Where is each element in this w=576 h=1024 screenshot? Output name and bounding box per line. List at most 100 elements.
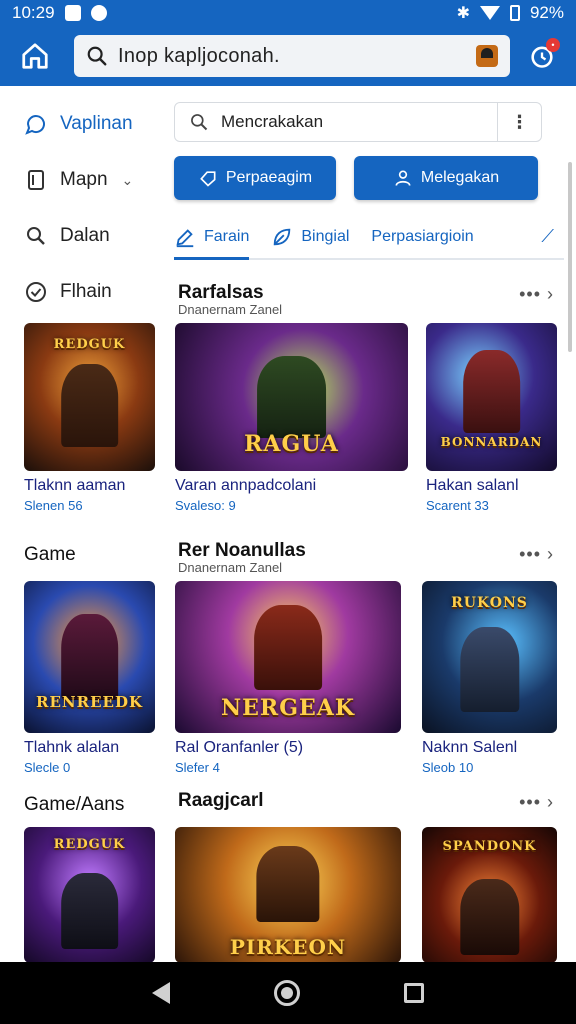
sidebar-item-label: Dalan [60, 225, 110, 246]
search-bar[interactable]: Inop kapljoconah. [74, 35, 510, 77]
sidebar-item-label: Flhain [60, 281, 112, 302]
card-subtitle: Slefer 4 [175, 760, 220, 775]
card-subtitle: Slecle 0 [24, 760, 71, 775]
tag-icon [200, 171, 216, 187]
game-card[interactable]: RAGUA Varan annpadcolani Svaleso: 9 [175, 323, 408, 513]
tab-label: Perpasiargioin [371, 228, 474, 245]
profile-avatar-icon[interactable] [476, 45, 498, 67]
game-card[interactable]: SPANDONK [422, 827, 557, 963]
pin-icon[interactable]: ⟋ [541, 226, 554, 247]
edit-icon [176, 229, 194, 248]
section-left-title: Game [24, 544, 76, 565]
tab-farain[interactable]: Farain [174, 218, 250, 260]
filter-value[interactable]: Mencrakakan [221, 112, 497, 132]
filter-search-field[interactable]: Mencrakakan ⋮ [174, 102, 542, 142]
card-subtitle: Scarent 33 [426, 498, 489, 513]
game-card[interactable]: REDGUK Tlaknn aaman Slenen 56 [24, 323, 155, 513]
game-card[interactable]: BONNARDAN Hakan salanl Scarent 33 [426, 323, 557, 513]
search-icon [87, 46, 107, 66]
home-icon [22, 43, 48, 69]
game-card[interactable]: REDGUK [24, 827, 155, 963]
sidebar-item-vaplinan[interactable]: Vaplinan [0, 96, 170, 152]
section-more-button[interactable]: ••• › [519, 544, 554, 565]
sidebar-item-mapn[interactable]: Mapn ⌄ [0, 152, 170, 208]
recent-apps-icon[interactable] [404, 983, 424, 1003]
game-logo-text: RENREEDK [36, 693, 143, 711]
section-subtitle: Dnanernam Zanel [178, 560, 283, 575]
battery-percent: 92% [529, 3, 564, 22]
section-more-button[interactable]: ••• › [519, 792, 554, 813]
search-icon [24, 224, 48, 248]
card-subtitle: Sleob 10 [422, 760, 474, 775]
scrollbar[interactable] [568, 162, 572, 352]
section-title: Rer Noanullas [178, 540, 306, 561]
chat-bubble-icon [24, 112, 48, 136]
game-card[interactable]: PIRKEON [175, 827, 401, 963]
card-subtitle: Svaleso: 9 [175, 498, 236, 513]
user-icon [395, 170, 411, 186]
game-card[interactable]: RUKONS Naknn Salenl Sleob 10 [422, 581, 557, 775]
card-title: Tlaknn aaman [24, 477, 126, 494]
game-logo-text: RAGUA [244, 431, 339, 457]
section-more-button[interactable]: ••• › [519, 284, 554, 305]
game-thumbnail: REDGUK [24, 827, 155, 963]
notifications-button[interactable]: • [522, 36, 562, 76]
app-icon [90, 5, 107, 21]
card-title: Ral Oranfanler (5) [175, 739, 304, 756]
search-icon [191, 114, 208, 131]
system-nav-bar [0, 962, 576, 1024]
tab-bingial[interactable]: Bingial [271, 216, 349, 258]
more-vertical-icon[interactable]: ⋮ [497, 103, 541, 141]
photos-icon [64, 5, 81, 21]
game-card[interactable]: NERGEAK Ral Oranfanler (5) Slefer 4 [175, 581, 401, 775]
card-title: Varan annpadcolani [175, 477, 317, 494]
action-button-label: Perpaeagim [225, 169, 313, 186]
status-bar: 10:29 ✱ 92% [0, 0, 576, 26]
card-title: Naknn Salenl [422, 739, 518, 756]
game-thumbnail: RUKONS [422, 581, 557, 733]
section-title: Rarfalsas [178, 282, 264, 303]
search-input[interactable]: Inop kapljoconah. [118, 45, 476, 68]
sidebar-item-flhain[interactable]: Flhain [0, 264, 170, 320]
game-thumbnail: PIRKEON [175, 827, 401, 963]
game-thumbnail: REDGUK [24, 323, 155, 471]
action-button-1[interactable]: Perpaeagim [174, 156, 336, 200]
game-logo-text: NERGEAK [221, 695, 355, 721]
action-button-2[interactable]: Melegakan [354, 156, 538, 200]
section-title: Raagjcarl [178, 790, 264, 811]
game-card[interactable]: RENREEDK Tlahnk alalan Slecle 0 [24, 581, 155, 775]
sidebar: Vaplinan Mapn ⌄ Dalan Flhain [0, 96, 170, 320]
card-title: Hakan salanl [426, 477, 519, 494]
notification-badge: • [546, 38, 560, 52]
battery-icon [509, 5, 520, 21]
leaf-icon [274, 228, 291, 246]
game-logo-text: REDGUK [53, 337, 126, 352]
tab-label: Bingial [301, 228, 350, 245]
game-thumbnail: RAGUA [175, 323, 408, 471]
game-logo-text: REDGUK [53, 837, 126, 852]
game-thumbnail: SPANDONK [422, 827, 557, 963]
bluetooth-icon: ✱ [456, 5, 470, 22]
chevron-down-icon[interactable]: ⌄ [122, 172, 134, 189]
sidebar-item-label: Vaplinan [60, 113, 133, 134]
tab-bar: Farain Bingial Perpasiargioin ⟋ [174, 216, 564, 260]
game-logo-text: SPANDONK [442, 839, 537, 854]
game-thumbnail: RENREEDK [24, 581, 155, 733]
check-circle-icon [24, 280, 48, 304]
game-logo-text: PIRKEON [229, 935, 347, 959]
home-circle-icon[interactable] [274, 980, 300, 1006]
main-controls: Mencrakakan ⋮ Perpaeagim Melegakan Farai… [174, 102, 564, 260]
back-icon[interactable] [152, 982, 170, 1004]
game-thumbnail: BONNARDAN [426, 323, 557, 471]
tab-label: Farain [204, 228, 250, 245]
section-left-title: Game/Aans [24, 794, 125, 815]
sidebar-item-label: Mapn [60, 169, 108, 190]
home-button[interactable] [14, 35, 56, 77]
tab-perpasiargioin[interactable]: Perpasiargioin [371, 216, 473, 258]
wifi-icon [479, 6, 500, 20]
clock: 10:29 [12, 3, 55, 22]
action-button-label: Melegakan [420, 169, 500, 186]
sidebar-item-dalan[interactable]: Dalan [0, 208, 170, 264]
game-thumbnail: NERGEAK [175, 581, 401, 733]
game-logo-text: BONNARDAN [440, 435, 543, 449]
